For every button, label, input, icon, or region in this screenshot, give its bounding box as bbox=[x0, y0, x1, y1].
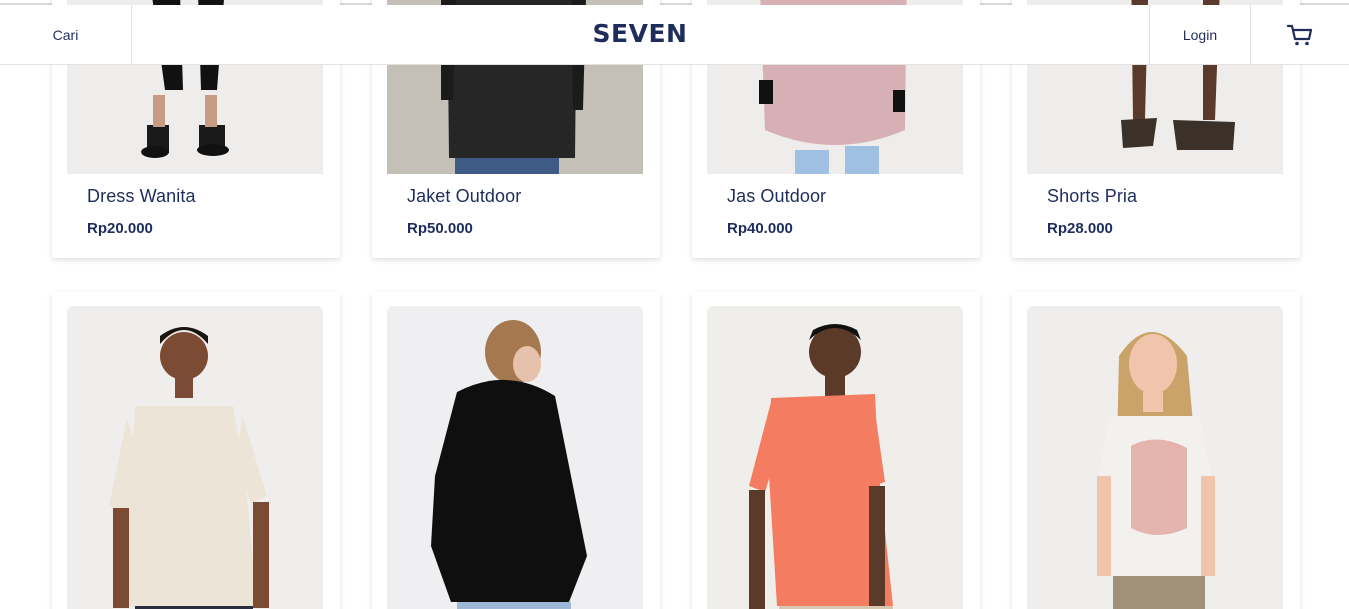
product-price: Rp28.000 bbox=[1047, 220, 1113, 237]
login-label[interactable]: Login bbox=[1183, 27, 1217, 43]
product-card[interactable] bbox=[372, 292, 660, 609]
brand-logo[interactable]: SEVEN bbox=[0, 19, 1280, 48]
product-image[interactable] bbox=[707, 306, 963, 609]
product-price: Rp50.000 bbox=[407, 220, 473, 237]
cart-button[interactable] bbox=[1251, 5, 1349, 64]
product-card[interactable] bbox=[692, 292, 980, 609]
product-name[interactable]: Jaket Outdoor bbox=[407, 186, 521, 207]
product-image[interactable] bbox=[1027, 306, 1283, 609]
product-name[interactable]: Jas Outdoor bbox=[727, 186, 826, 207]
cart-icon[interactable] bbox=[1287, 23, 1313, 47]
product-name[interactable]: Shorts Pria bbox=[1047, 186, 1137, 207]
product-card[interactable] bbox=[1012, 292, 1300, 609]
login-button[interactable]: Login bbox=[1149, 5, 1251, 64]
product-name[interactable]: Dress Wanita bbox=[87, 186, 196, 207]
product-card[interactable] bbox=[52, 292, 340, 609]
product-image[interactable] bbox=[387, 306, 643, 609]
product-image[interactable] bbox=[67, 306, 323, 609]
site-header: Cari SEVEN Login bbox=[0, 5, 1349, 65]
product-price: Rp40.000 bbox=[727, 220, 793, 237]
product-price: Rp20.000 bbox=[87, 220, 153, 237]
